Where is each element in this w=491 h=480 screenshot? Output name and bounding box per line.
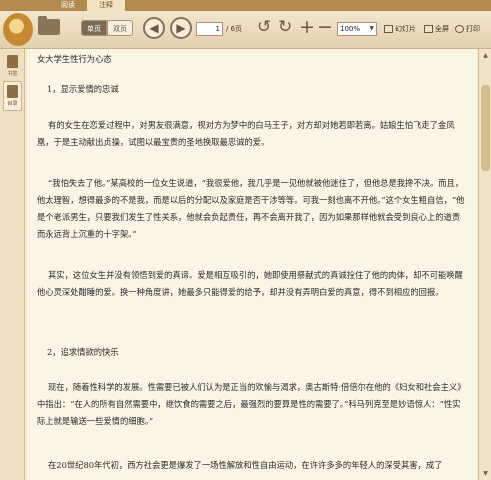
left-sidebar: 书签 目录: [0, 49, 25, 480]
toc-button[interactable]: 目录: [3, 81, 22, 111]
zoom-in-icon[interactable]: +: [299, 17, 315, 37]
open-folder-icon[interactable]: [38, 16, 60, 35]
paragraph: 其实，这位女生并没有领悟到爱的真谛。爱是相互吸引的，她即使用祭献式的真诚拴住了他…: [37, 270, 463, 297]
zoom-select[interactable]: 100% ▼: [337, 22, 377, 36]
zoom-out-icon[interactable]: −: [317, 17, 333, 37]
toc-label: 目录: [7, 101, 18, 107]
rotate-right-icon[interactable]: ↻: [278, 17, 292, 37]
next-page-icon[interactable]: ▶: [170, 17, 192, 39]
fullscreen-button[interactable]: 全屏: [424, 22, 449, 36]
slideshow-icon: [384, 25, 393, 33]
app-logo-icon[interactable]: [3, 13, 33, 46]
print-label: 打印: [466, 25, 480, 33]
fullscreen-icon: [424, 25, 433, 33]
slideshow-label: 幻灯片: [395, 25, 416, 33]
print-icon: [455, 25, 464, 33]
bookmark-icon: [7, 55, 18, 68]
print-button[interactable]: 打印: [455, 22, 480, 36]
document-title: 女大学生性行为心态: [37, 54, 112, 64]
chevron-down-icon: ▼: [369, 25, 374, 32]
slideshow-button[interactable]: 幻灯片: [384, 22, 416, 36]
paragraph: 现在，随着性科学的发展。性需要已被人们认为是正当的欢愉与渴求，奥古斯特·倍倍尔在…: [37, 382, 466, 426]
zoom-value: 100%: [340, 25, 361, 33]
vertical-scrollbar[interactable]: ▲ ▼: [478, 49, 491, 480]
bookmark-button[interactable]: 书签: [3, 55, 22, 77]
page-number-input[interactable]: 1: [196, 22, 223, 36]
toc-icon: [7, 85, 18, 98]
rotate-left-icon[interactable]: ↺: [257, 17, 271, 37]
section-heading-1: 1，显示爱情的忠诚: [47, 84, 119, 94]
document-page: 女大学生性行为心态 1，显示爱情的忠诚 有的女生在恋爱过程中，对男友很满意，视对…: [27, 49, 477, 480]
tab-read[interactable]: 阅读: [49, 0, 87, 11]
double-page-button[interactable]: 双页: [107, 20, 133, 36]
previous-page-icon[interactable]: ◀: [143, 17, 165, 39]
scroll-up-icon[interactable]: ▲: [481, 51, 490, 60]
tab-bar: 阅读 注释: [0, 0, 491, 11]
scroll-thumb[interactable]: [481, 85, 490, 171]
fullscreen-label: 全屏: [435, 25, 449, 33]
single-page-button[interactable]: 单页: [81, 20, 107, 36]
section-heading-2: 2，追求情欲的快乐: [47, 347, 119, 357]
page-total: / 6页: [226, 25, 243, 33]
paragraph: 在20世纪80年代初，西方社会更是爆发了一场性解放和性自由运动，在许许多多的年轻…: [48, 460, 443, 470]
toolbar: 单页 双页 ◀ ▶ 1 / 6页 ↺ ↻ + − 100% ▼ 幻灯片 全屏 打…: [0, 11, 491, 49]
scroll-down-icon[interactable]: ▼: [481, 469, 490, 478]
tab-annotate[interactable]: 注释: [87, 0, 125, 11]
paragraph: “我怕失去了他。”某高校的一位女生说道，“我很爱他，我几乎是一见他就被他迷住了，…: [37, 178, 465, 239]
paragraph: 有的女生在恋爱过程中，对男友很满意，视对方为梦中的白马王子，对方却对她若即若离。…: [37, 120, 455, 147]
bookmark-label: 书签: [7, 71, 18, 77]
